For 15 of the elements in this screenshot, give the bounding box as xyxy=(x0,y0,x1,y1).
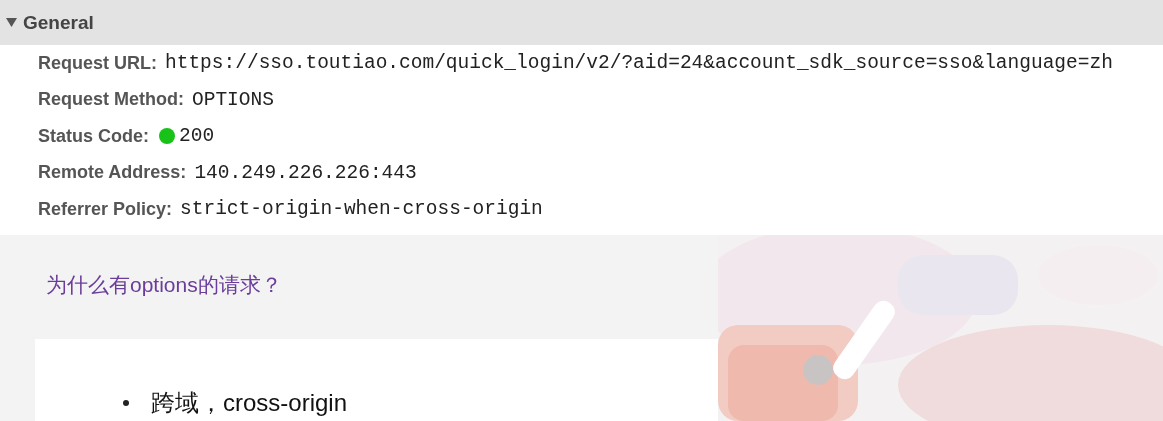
bullet-icon xyxy=(123,400,129,406)
field-value: strict-origin-when-cross-origin xyxy=(180,198,543,221)
field-label: Status Code: xyxy=(38,125,149,147)
field-value: https://sso.toutiao.com/quick_login/v2/?aid=24&account_sdk_source=sso&language=zh xyxy=(165,52,1113,75)
field-label: Referrer Policy: xyxy=(38,198,173,220)
bullet-text: 跨域，cross-origin xyxy=(151,388,348,418)
field-label: Request URL: xyxy=(38,52,157,74)
section-header[interactable]: General xyxy=(0,0,1163,45)
field-label: Request Method: xyxy=(38,89,184,111)
field-value: OPTIONS xyxy=(192,88,274,111)
field-label: Remote Address: xyxy=(38,162,187,184)
article-heading: 为什么有options的请求？ xyxy=(46,272,283,298)
field-value: 140.249.226.226:443 xyxy=(194,161,417,184)
field-value: 200 xyxy=(179,125,215,148)
section-title: General xyxy=(23,11,94,34)
